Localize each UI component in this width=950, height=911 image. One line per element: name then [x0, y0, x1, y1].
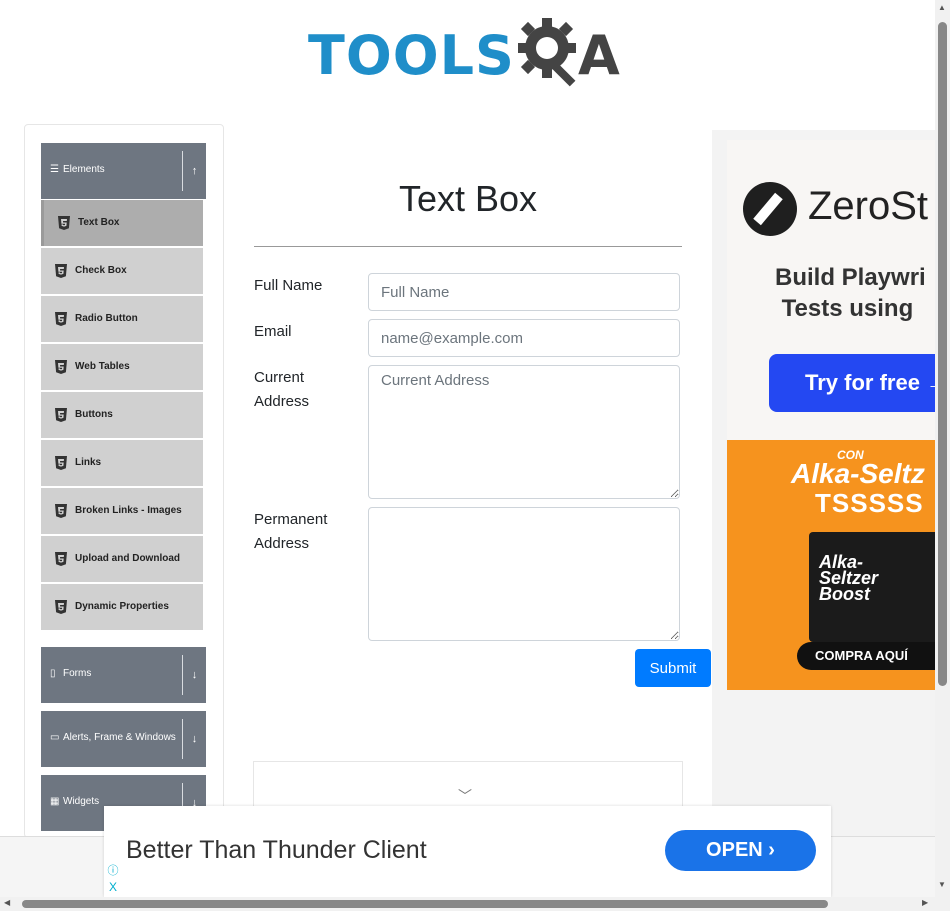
sidebar-item-dynamic-properties[interactable]: Dynamic Properties [41, 584, 203, 630]
hamburger-icon: ☰ [50, 164, 59, 175]
sidebar-item-check-box[interactable]: Check Box [41, 248, 203, 294]
sidebar: ☰ Elements ↑ Text Box Check Box Radio Bu… [24, 124, 224, 838]
close-icon[interactable]: X [106, 880, 120, 894]
bottom-ad-banner[interactable]: Better Than Thunder Client OPEN › ⓘ X [104, 806, 831, 897]
sidebar-item-buttons[interactable]: Buttons [41, 392, 203, 438]
window-icon: ▭ [50, 732, 60, 743]
sidebar-item-radio-button[interactable]: Radio Button [41, 296, 203, 342]
compra-aqui-button[interactable]: COMPRA AQUÍ [797, 642, 935, 670]
alka-sound-text: TSSSSS [815, 488, 924, 518]
page-title: Text Box [398, 178, 538, 219]
permanent-address-label: Permanent Address [254, 511, 328, 552]
collapse-arrow-icon[interactable]: ↑ [182, 151, 206, 191]
zerostep-ad[interactable]: ZeroSt Build Playwri Tests using Try for… [727, 140, 935, 440]
group-label-widgets: Widgets [63, 796, 100, 807]
html5-icon [55, 360, 67, 374]
alka-brand-text: Alka-Seltz [791, 458, 925, 489]
current-address-input[interactable] [368, 365, 680, 499]
expand-arrow-icon[interactable]: ↓ [182, 655, 206, 695]
logo-tools-text: TOOLS [308, 24, 515, 87]
sidebar-item-label: Upload and Download [75, 553, 180, 564]
gear-icon [518, 18, 576, 87]
bottom-ad-text: Better Than Thunder Client [126, 836, 427, 864]
open-button[interactable]: OPEN › [665, 830, 816, 871]
full-name-label: Full Name [254, 277, 323, 294]
full-name-input[interactable] [368, 273, 680, 311]
sidebar-item-text-box[interactable]: Text Box [41, 200, 203, 246]
html5-icon [55, 552, 67, 566]
sidebar-item-web-tables[interactable]: Web Tables [41, 344, 203, 390]
chevron-down-icon[interactable]: ﹀ [458, 786, 472, 806]
permanent-address-input[interactable] [368, 507, 680, 641]
html5-icon [55, 504, 67, 518]
html5-icon [55, 264, 67, 278]
scroll-right-arrow-icon[interactable]: ▶ [922, 898, 928, 907]
logo-a-text: A [578, 24, 621, 87]
html5-icon [58, 216, 70, 230]
group-header-forms[interactable]: ▯ Forms ↓ [41, 647, 206, 703]
html5-icon [55, 600, 67, 614]
group-header-alerts[interactable]: ▭ Alerts, Frame & Windows ↓ [41, 711, 206, 767]
sidebar-item-broken-links[interactable]: Broken Links - Images [41, 488, 203, 534]
toolsqa-logo[interactable]: TOOLS A [308, 14, 632, 90]
sidebar-item-label: Text Box [78, 217, 120, 228]
sidebar-item-label: Broken Links - Images [75, 505, 182, 516]
grid-icon: ▦ [50, 796, 60, 807]
current-address-label: Current Address [254, 369, 310, 410]
sidebar-item-label: Check Box [75, 265, 127, 276]
group-header-elements[interactable]: ☰ Elements ↑ [41, 143, 206, 199]
right-ad-column: ZeroSt Build Playwri Tests using Try for… [712, 130, 935, 836]
html5-icon [55, 312, 67, 326]
html5-icon [55, 408, 67, 422]
submit-button[interactable]: Submit [635, 649, 711, 687]
product-box-label: Alka- Seltzer Boost [819, 552, 879, 604]
zerostep-cta-button[interactable]: Try for free → [769, 354, 935, 412]
product-box-image: Alka- Seltzer Boost [809, 532, 935, 642]
title-divider [254, 246, 682, 247]
sidebar-item-upload-download[interactable]: Upload and Download [41, 536, 203, 582]
group-label-elements: Elements [63, 164, 105, 175]
group-label-forms: Forms [63, 668, 92, 679]
info-icon[interactable]: ⓘ [106, 864, 120, 878]
horizontal-scrollbar-thumb[interactable] [22, 900, 828, 908]
sidebar-item-label: Dynamic Properties [75, 601, 169, 612]
sidebar-item-label: Radio Button [75, 313, 138, 324]
zerostep-logo-icon [743, 182, 797, 236]
email-label: Email [254, 323, 292, 340]
document-icon: ▯ [50, 668, 56, 679]
expand-arrow-icon[interactable]: ↓ [182, 719, 206, 759]
scroll-left-arrow-icon[interactable]: ◀ [4, 898, 10, 907]
vertical-scrollbar-thumb[interactable] [938, 22, 947, 686]
alka-seltzer-ad[interactable]: CON Alka-Seltz TSSSSS Alka- Seltzer Boos… [727, 440, 935, 690]
html5-icon [55, 456, 67, 470]
zerostep-tagline: Build Playwri Tests using [775, 264, 926, 322]
scroll-up-arrow-icon[interactable]: ▲ [938, 3, 946, 12]
scroll-down-arrow-icon[interactable]: ▼ [938, 880, 946, 889]
sidebar-item-label: Web Tables [75, 361, 130, 372]
sidebar-item-label: Links [75, 457, 102, 468]
zerostep-name: ZeroSt [808, 184, 929, 228]
email-input[interactable] [368, 319, 680, 357]
sidebar-item-label: Buttons [75, 409, 113, 420]
sidebar-item-links[interactable]: Links [41, 440, 203, 486]
group-label-alerts: Alerts, Frame & Windows [63, 732, 176, 743]
